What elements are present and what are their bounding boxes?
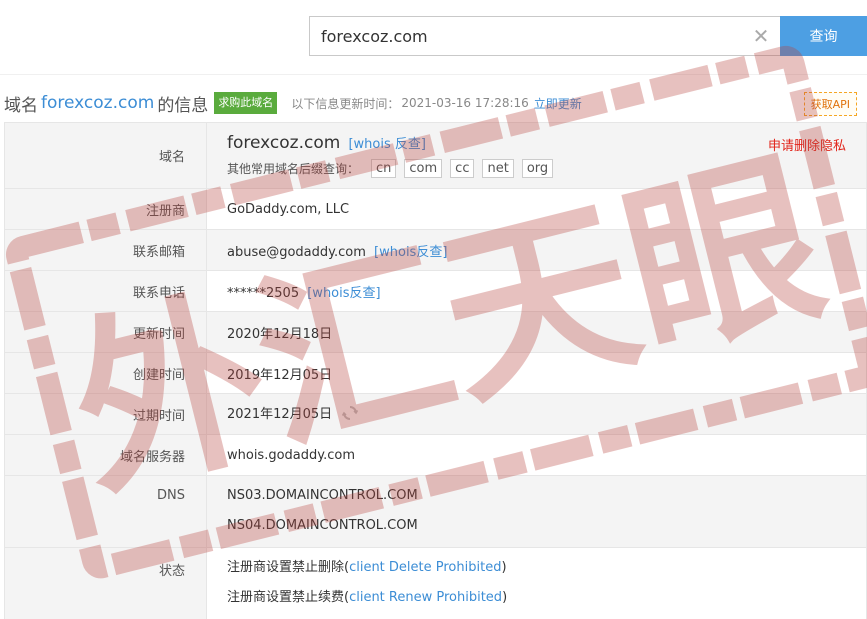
suffix-tag-cc[interactable]: cc (450, 159, 475, 178)
table-row-registrar: 注册商 GoDaddy.com, LLC (4, 188, 867, 230)
row-value: 注册商设置禁止删除(client Delete Prohibited) 注册商设… (206, 547, 867, 619)
row-label: DNS (4, 475, 207, 548)
phone-value: ******2505 (227, 285, 300, 301)
status-item: 注册商设置禁止删除(client Delete Prohibited) (227, 553, 866, 583)
email-value: abuse@godaddy.com (227, 244, 366, 260)
expires-date: 2021年12月05日 (227, 407, 333, 423)
dns-server: NS03.DOMAINCONTROL.COM (227, 488, 418, 503)
suffix-tag-org[interactable]: org (521, 159, 554, 178)
whois-reverse-link[interactable]: [whois反查] (374, 245, 447, 260)
row-value: forexcoz.com [whois 反查] 其他常用域名后缀查询： cn c… (206, 122, 867, 189)
registrar-value: GoDaddy.com, LLC (206, 188, 867, 230)
table-row-phone: 联系电话 ******2505 [whois反查] (4, 270, 867, 312)
privacy-removal-link[interactable]: 申请删除隐私 (768, 135, 846, 154)
table-row-dns: DNS NS03.DOMAINCONTROL.COM NS04.DOMAINCO… (4, 475, 867, 548)
update-time-label: 以下信息更新时间： (291, 96, 400, 111)
whois-reverse-link[interactable]: [whois反查] (307, 286, 380, 301)
update-time-value: 2021-03-16 17:28:16 (401, 96, 529, 110)
row-label: 创建时间 (4, 352, 207, 394)
page-title-suffix: 的信息 (157, 95, 209, 116)
row-value: abuse@godaddy.com [whois反查] (206, 229, 867, 271)
whois-server-value: whois.godaddy.com (206, 434, 867, 476)
table-row-whois-server: 域名服务器 whois.godaddy.com (4, 434, 867, 476)
row-label: 更新时间 (4, 311, 207, 353)
table-row-created: 创建时间 2019年12月05日 (4, 352, 867, 394)
row-label: 域名服务器 (4, 434, 207, 476)
buy-domain-button[interactable]: 求购此域名 (214, 92, 278, 114)
table-row-updated: 更新时间 2020年12月18日 (4, 311, 867, 353)
row-value: ******2505 [whois反查] (206, 270, 867, 312)
table-row-email: 联系邮箱 abuse@godaddy.com [whois反查] (4, 229, 867, 271)
divider (0, 74, 867, 75)
get-api-button[interactable]: 获取API (803, 92, 857, 116)
search-input[interactable] (309, 16, 780, 56)
created-date: 2019年12月05日 (206, 352, 867, 394)
refresh-icon[interactable] (342, 405, 359, 425)
status-close: ) (502, 590, 508, 605)
row-label: 注册商 (4, 188, 207, 230)
row-label: 域名 (4, 122, 207, 189)
status-text: 注册商设置禁止续费( (227, 590, 350, 605)
row-label: 联系电话 (4, 270, 207, 312)
row-value: 2021年12月05日 (206, 393, 867, 435)
whois-table: 域名 forexcoz.com [whois 反查] 其他常用域名后缀查询： c… (4, 122, 867, 619)
suffix-tag-cn[interactable]: cn (371, 159, 397, 178)
suffix-label: 其他常用域名后缀查询： (227, 162, 360, 176)
whois-reverse-link[interactable]: [whois 反查] (348, 137, 426, 152)
updated-date: 2020年12月18日 (206, 311, 867, 353)
whois-page: ✕ 查询 域名 forexcoz.com 的信息 求购此域名 以下信息更新时间：… (0, 0, 867, 619)
suffix-query: 其他常用域名后缀查询： cn com cc net org (227, 159, 866, 178)
table-row-domain: 域名 forexcoz.com [whois 反查] 其他常用域名后缀查询： c… (4, 122, 867, 189)
page-header: 域名 forexcoz.com 的信息 求购此域名 以下信息更新时间： 2021… (4, 90, 867, 116)
status-close: ) (501, 560, 507, 575)
domain-name: forexcoz.com (227, 133, 341, 153)
status-text: 注册商设置禁止删除( (227, 560, 350, 575)
suffix-tag-net[interactable]: net (482, 159, 514, 178)
table-row-expires: 过期时间 2021年12月05日 (4, 393, 867, 435)
close-icon[interactable]: ✕ (750, 25, 772, 47)
dns-server: NS04.DOMAINCONTROL.COM (227, 518, 418, 533)
row-label: 状态 (4, 547, 207, 619)
update-now-link[interactable]: 立即更新 (534, 95, 582, 112)
table-row-status: 状态 注册商设置禁止删除(client Delete Prohibited) 注… (4, 547, 867, 619)
row-label: 联系邮箱 (4, 229, 207, 271)
search-bar: ✕ 查询 (309, 16, 867, 56)
page-title-prefix: 域名 (4, 95, 38, 116)
status-code-link[interactable]: client Renew Prohibited (349, 590, 502, 605)
status-item: 注册商设置禁止续费(client Renew Prohibited) (227, 583, 866, 613)
status-code-link[interactable]: client Delete Prohibited (349, 560, 501, 575)
search-button[interactable]: 查询 (780, 16, 867, 56)
page-title-domain[interactable]: forexcoz.com (41, 93, 154, 113)
row-label: 过期时间 (4, 393, 207, 435)
row-value: NS03.DOMAINCONTROL.COM NS04.DOMAINCONTRO… (206, 475, 867, 548)
suffix-tag-com[interactable]: com (404, 159, 443, 178)
